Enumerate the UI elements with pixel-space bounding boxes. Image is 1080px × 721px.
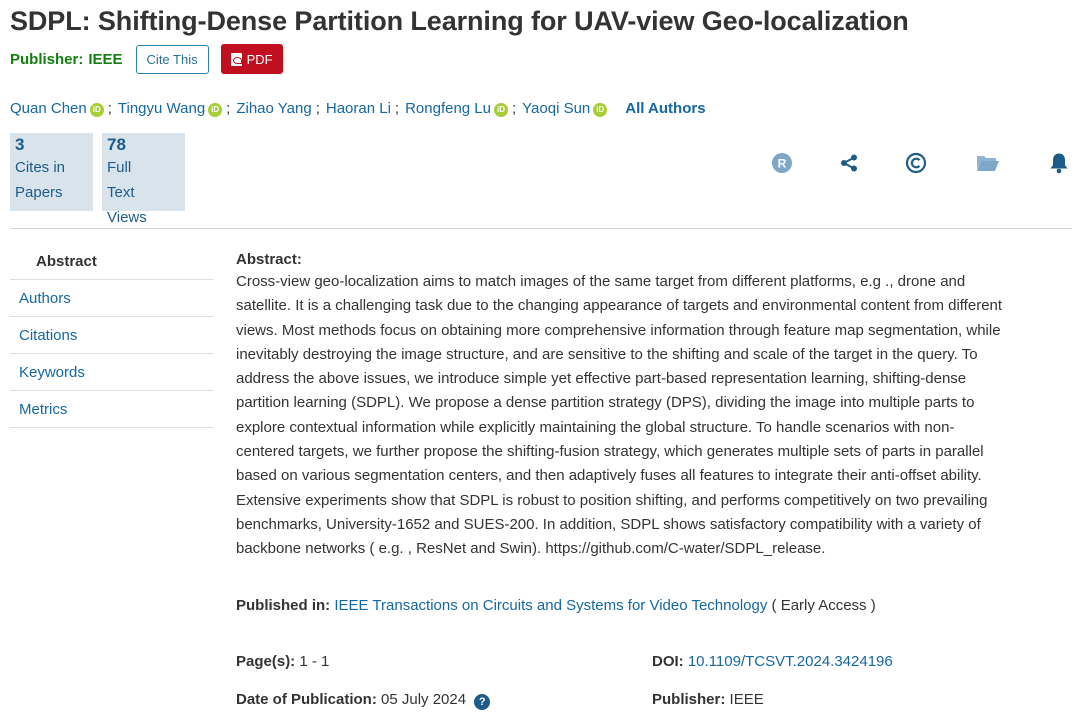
nav-item-authors[interactable]: Authors [10, 280, 213, 317]
date-label: Date of Publication: [236, 691, 377, 708]
abstract-line: address the above issues, we introduce s… [236, 370, 967, 388]
author-separator: ; [226, 100, 231, 117]
abstract-line: Extensive experiments show that SDPL is … [236, 491, 988, 509]
all-authors-link[interactable]: All Authors [625, 100, 705, 117]
published-in: Published in: IEEE Transactions on Circu… [236, 597, 876, 614]
views-label-1: Full [107, 159, 132, 176]
pages-value: 1 - 1 [299, 653, 330, 670]
author-link[interactable]: Rongfeng Lu [405, 100, 491, 117]
published-in-label: Published in: [236, 597, 331, 614]
abstract-heading: Abstract: [236, 251, 302, 268]
publisher-detail-value: IEEE [729, 691, 764, 708]
cites-label-2: Papers [15, 184, 63, 201]
abstract-line: based on various segmentation centers, a… [236, 467, 982, 485]
share-icon[interactable] [837, 151, 861, 175]
pages-label: Page(s): [236, 653, 296, 670]
abstract-line: partition learning (SDPL). We propose a … [236, 394, 975, 412]
publisher-bar: Publisher: IEEE Cite This PDF [10, 44, 283, 74]
folder-icon[interactable] [976, 151, 1000, 175]
orcid-icon[interactable]: iD [493, 102, 508, 117]
pdf-button[interactable]: PDF [220, 44, 283, 74]
abstract-line: views. Most methods focus on obtaining m… [236, 321, 1001, 339]
author-separator: ; [394, 100, 400, 117]
publisher-label: Publisher: [10, 50, 84, 68]
abstract-text: Cross-view geo-localization aims to matc… [236, 270, 1072, 562]
orcid-icon[interactable]: iD [208, 102, 223, 117]
doi-link[interactable]: 10.1109/TCSVT.2024.3424196 [688, 653, 893, 670]
nav-item-keywords[interactable]: Keywords [10, 354, 213, 391]
publisher-name: IEEE [88, 50, 123, 68]
cites-in-papers-metric[interactable]: 3 Cites in Papers [10, 133, 93, 211]
author-separator: ; [315, 100, 320, 117]
author-link[interactable]: Zihao Yang [236, 100, 311, 117]
nav-item-metrics[interactable]: Metrics [10, 391, 213, 428]
cite-this-label: Cite This [146, 51, 198, 67]
alert-bell-icon[interactable] [1047, 151, 1071, 175]
abstract-line: benchmarks, University-1652 and SUES-200… [236, 515, 981, 533]
abstract-line: inevitably destroying the image structur… [236, 345, 978, 363]
nav-label: Authors [19, 289, 71, 307]
nav-label: Keywords [19, 363, 85, 381]
cites-count: 3 [15, 135, 25, 154]
author-link[interactable]: Quan Chen [10, 100, 87, 117]
nav-item-abstract[interactable]: Abstract [10, 243, 213, 280]
abstract-line: satellite. It is a challenging task due … [236, 297, 1003, 315]
copyright-icon[interactable] [904, 151, 928, 175]
author-link[interactable]: Haoran Li [326, 100, 391, 117]
header-divider [10, 228, 1072, 229]
author-separator: ; [107, 100, 112, 117]
nav-label: Abstract [36, 252, 97, 270]
nav-label: Metrics [19, 400, 68, 418]
access-status: ( Early Access ) [771, 597, 876, 614]
views-count: 78 [107, 135, 126, 154]
document-sections-nav: Abstract Authors Citations Keywords Metr… [10, 243, 213, 428]
publication-date-field: Date of Publication: 05 July 2024 ? [236, 691, 491, 710]
pdf-label: PDF [246, 51, 273, 67]
journal-link[interactable]: IEEE Transactions on Circuits and System… [334, 597, 767, 614]
abstract-line: centered targets, we further propose the… [236, 443, 984, 461]
orcid-icon[interactable]: iD [593, 102, 608, 117]
author-link[interactable]: Yaoqi Sun [522, 100, 590, 117]
author-link[interactable]: Tingyu Wang [118, 100, 205, 117]
help-icon[interactable]: ? [474, 694, 491, 710]
pdf-icon [230, 52, 242, 66]
abstract-section: Abstract: Cross-view geo-localization ai… [236, 249, 1072, 562]
doi-field: DOI: 10.1109/TCSVT.2024.3424196 [652, 653, 893, 670]
abstract-line: explore contextual information while exp… [236, 418, 955, 436]
nav-item-citations[interactable]: Citations [10, 317, 213, 354]
svg-text:R: R [778, 157, 787, 171]
views-label-2: Text [107, 184, 135, 201]
publisher-detail-label: Publisher: [652, 691, 726, 708]
author-list: Quan Chen iD; Tingyu Wang iD; Zihao Yang; Hao… [10, 100, 706, 117]
publisher-field: Publisher: IEEE [652, 691, 764, 708]
rights-icon[interactable]: R [770, 151, 794, 175]
abstract-line: backbone networks ( e.g. , ResNet and Sw… [236, 540, 826, 558]
pages-field: Page(s): 1 - 1 [236, 653, 329, 670]
cites-label-1: Cites in [15, 159, 66, 176]
abstract-line: Cross-view geo-localization aims to matc… [236, 273, 966, 290]
article-title: SDPL: Shifting-Dense Partition Learning … [10, 6, 909, 36]
date-value: 05 July 2024 [381, 691, 467, 708]
doi-label: DOI: [652, 653, 684, 670]
full-text-views-metric[interactable]: 78 Full Text Views [102, 133, 185, 226]
orcid-icon[interactable]: iD [89, 102, 104, 117]
author-separator: ; [511, 100, 517, 117]
cite-this-button[interactable]: Cite This [135, 44, 209, 74]
views-label-3: Views [107, 209, 147, 226]
nav-label: Citations [19, 326, 78, 344]
